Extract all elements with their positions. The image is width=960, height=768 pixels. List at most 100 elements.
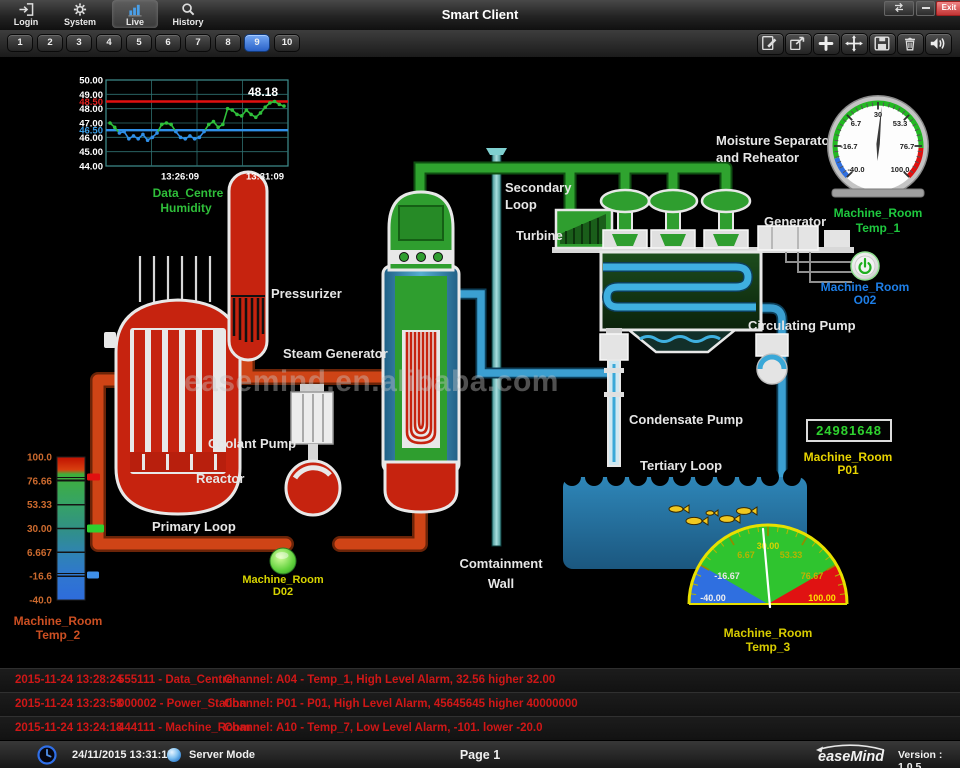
add-button[interactable]	[813, 33, 840, 55]
window-title: Smart Client	[0, 7, 960, 22]
edit-button[interactable]	[757, 33, 784, 55]
svg-text:6.667: 6.667	[27, 548, 52, 559]
svg-text:Machine_Room: Machine_Room	[834, 206, 923, 220]
minimize-button[interactable]	[916, 1, 935, 16]
coolant-pump-label: Coolant Pump	[208, 436, 296, 451]
svg-text:-40.0: -40.0	[847, 165, 864, 174]
svg-text:-16.7: -16.7	[840, 142, 857, 151]
containment-wall-label-2: Wall	[488, 576, 514, 591]
containment-wall	[486, 148, 507, 546]
alarm-message: Channel: A04 - Temp_1, High Level Alarm,…	[224, 674, 555, 686]
exit-button[interactable]: Exit	[936, 1, 960, 16]
title-bar: Login System Live History Smart Client E…	[0, 0, 960, 30]
svg-text:-40.0: -40.0	[29, 596, 52, 607]
svg-text:Data_Centre: Data_Centre	[153, 186, 224, 200]
turbine-label: Turbine	[516, 228, 563, 243]
steam-generator-vessel	[383, 192, 459, 512]
svg-text:53.33: 53.33	[27, 500, 52, 511]
watermark-text: easemind.en.alibaba.com	[184, 365, 559, 398]
gauge-temp2[interactable]: 100.0 76.66 53.33 30.00 6.667 -16.6 -40.…	[14, 448, 132, 648]
edit-icon	[758, 34, 782, 53]
svg-text:53.33: 53.33	[780, 550, 803, 560]
svg-text:100.0: 100.0	[891, 165, 910, 174]
delete-button[interactable]	[897, 33, 924, 55]
svg-text:30.00: 30.00	[27, 524, 52, 535]
alarm-time: 2015-11-24 13:28:24	[15, 674, 122, 686]
svg-text:76.7: 76.7	[900, 142, 915, 151]
trash-icon	[898, 34, 922, 53]
svg-text:45.00: 45.00	[79, 147, 103, 158]
circulating-pump-label: Circulating Pump	[748, 318, 856, 333]
page-tab-1[interactable]: 1	[7, 34, 33, 52]
alarm-row[interactable]: 2015-11-24 13:23:58 000002 - Power_Stati…	[0, 693, 960, 717]
page-tab-10[interactable]: 10	[274, 34, 300, 52]
svg-text:Temp_1: Temp_1	[856, 221, 901, 235]
power-button-o02[interactable]	[849, 250, 881, 282]
circulating-pump-graphic	[756, 334, 788, 384]
svg-text:44.00: 44.00	[79, 162, 103, 173]
display-p01-label: Machine_RoomP01	[798, 451, 898, 477]
page-tab-2[interactable]: 2	[37, 34, 63, 52]
containment-wall-label-1: Comtainment	[459, 556, 543, 571]
gauge-temp1[interactable]: -40.0 -16.7 6.7 30 53.3 76.7 100.0 Machi…	[818, 92, 940, 238]
svg-text:-16.6: -16.6	[29, 572, 52, 583]
moisture-separator-label-1: Moisture Separator	[716, 133, 834, 148]
svg-text:Machine_Room: Machine_Room	[14, 614, 102, 628]
gauge-temp2-value-marker	[87, 525, 104, 533]
page-tab-4[interactable]: 4	[96, 34, 122, 52]
alarm-row[interactable]: 2015-11-24 13:28:24 555111 - Data_Centre…	[0, 669, 960, 693]
low-limit-value: 46.50	[79, 125, 103, 136]
page-tab-9[interactable]: 9	[244, 34, 270, 52]
reactor-label: Reactor	[196, 471, 244, 486]
gauge-temp2-scale: 100.0 76.66 53.33 30.00 6.667 -16.6 -40.…	[27, 453, 52, 607]
alarm-message: Channel: P01 - P01, High Level Alarm, 45…	[224, 698, 578, 710]
alarm-time: 2015-11-24 13:24:18	[15, 722, 122, 734]
svg-text:76.66: 76.66	[27, 476, 52, 487]
export-button[interactable]	[785, 33, 812, 55]
alarm-station: 555111 - Data_Centre	[118, 674, 233, 686]
pressurizer-label: Pressurizer	[271, 286, 342, 301]
page-tab-5[interactable]: 5	[126, 34, 152, 52]
export-icon	[786, 34, 810, 53]
primary-loop-label: Primary Loop	[152, 519, 236, 534]
gauge-temp2-high-marker	[87, 474, 100, 481]
gauge-temp3[interactable]: -40.00 -16.67 6.67 30.00 53.33 76.67 100…	[683, 518, 855, 658]
page-tab-7[interactable]: 7	[185, 34, 211, 52]
secondary-loop-label-2: Loop	[505, 197, 537, 212]
gauge-temp1-name: Machine_Room Temp_1	[834, 206, 923, 235]
trend-widget[interactable]: 50.00 49.00 48.00 47.00 46.00 45.00 44.0…	[58, 74, 310, 220]
trend-current-value: 48.18	[248, 85, 278, 99]
svg-text:Humidity: Humidity	[160, 201, 212, 215]
page-tab-6[interactable]: 6	[155, 34, 181, 52]
condensate-pump-label: Condensate Pump	[629, 412, 743, 427]
svg-text:53.3: 53.3	[893, 119, 908, 128]
svg-text:easeMind: easeMind	[818, 749, 885, 765]
page-tab-3[interactable]: 3	[66, 34, 92, 52]
svg-text:100.00: 100.00	[808, 593, 836, 603]
gauge-temp2-low-marker	[87, 572, 99, 579]
audio-button[interactable]	[925, 33, 952, 55]
trend-y-axis: 50.00 49.00 48.00 47.00 46.00 45.00 44.0…	[79, 76, 103, 173]
alarm-row[interactable]: 2015-11-24 13:24:18 444111 - Machine_Roo…	[0, 717, 960, 741]
moisture-separator-label-2: and Reheator	[716, 150, 799, 165]
alarm-message: Channel: A10 - Temp_7, Low Level Alarm, …	[224, 722, 542, 734]
svg-text:Temp_2: Temp_2	[36, 628, 81, 642]
page-tab-bar: 1 2 3 4 5 6 7 8 9 10	[0, 30, 960, 57]
high-limit-value: 48.50	[79, 97, 103, 108]
save-button[interactable]	[869, 33, 896, 55]
svg-text:Machine_Room: Machine_Room	[724, 626, 813, 640]
switch-button[interactable]	[884, 1, 914, 16]
brand-logo: easeMind	[806, 744, 892, 766]
display-p01[interactable]: 24981648	[806, 419, 892, 442]
smart-client-window: Login System Live History Smart Client E…	[0, 0, 960, 768]
move-button[interactable]	[841, 33, 868, 55]
page-tab-8[interactable]: 8	[215, 34, 241, 52]
svg-text:-40.00: -40.00	[700, 593, 726, 603]
alarm-list: 2015-11-24 13:28:24 555111 - Data_Centre…	[0, 668, 960, 741]
moisture-separators	[601, 190, 750, 248]
led-d02[interactable]	[267, 545, 299, 577]
svg-text:13:26:09: 13:26:09	[161, 172, 199, 183]
svg-text:76.67: 76.67	[801, 571, 824, 581]
secondary-loop-label-1: Secondary	[505, 180, 572, 195]
led-d02-label: Machine_RoomD02	[233, 574, 333, 598]
